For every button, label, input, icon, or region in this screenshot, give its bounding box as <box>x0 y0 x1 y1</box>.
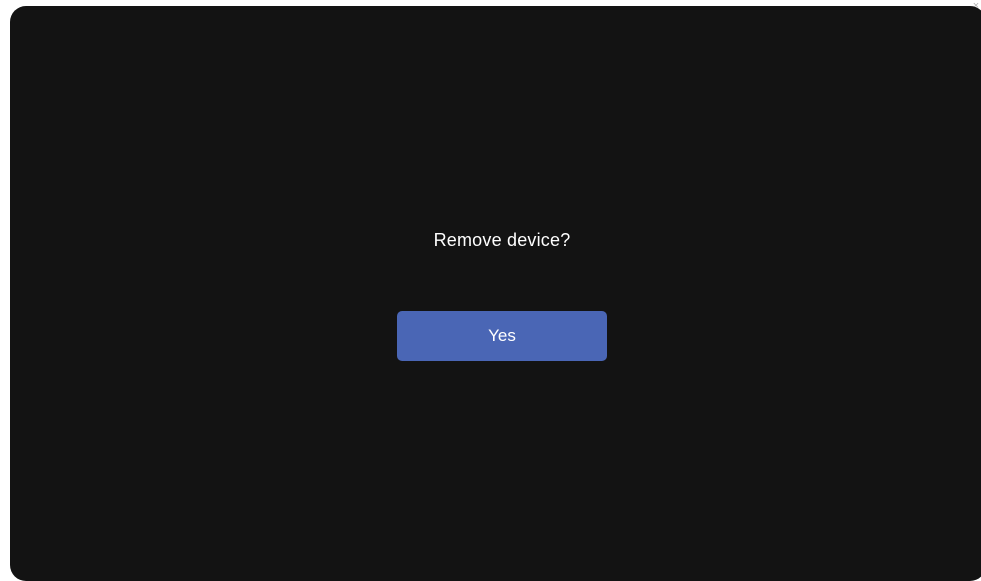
yes-button[interactable]: Yes <box>397 311 607 361</box>
remove-device-screen: Remove device? Yes <box>10 6 981 581</box>
dialog-title: Remove device? <box>433 230 571 250</box>
